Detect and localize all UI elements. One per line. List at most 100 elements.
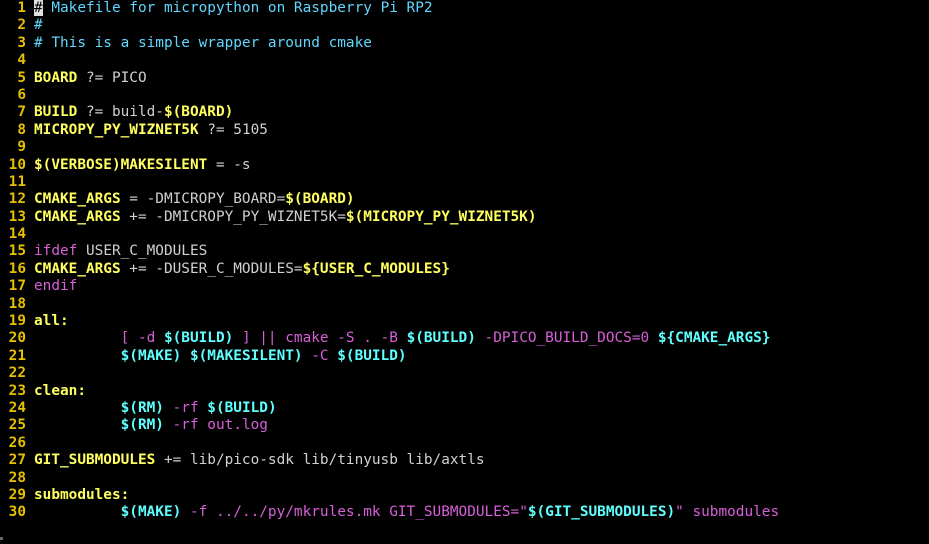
code-token: $(RM)	[120, 399, 164, 416]
line-number: 24	[8, 399, 26, 416]
line-number: 3	[17, 34, 26, 51]
line-number: 16	[8, 260, 26, 277]
line-number: 25	[8, 417, 26, 434]
code-line[interactable]: 21 $(MAKE) $(MAKESILENT) -C $(BUILD)	[0, 348, 929, 365]
code-line[interactable]: 11	[0, 174, 929, 191]
code-token: ?= build-	[77, 104, 164, 121]
code-text[interactable]: CMAKE_ARGS += -DUSER_C_MODULES=${USER_C_…	[34, 261, 450, 277]
code-line[interactable]: 18	[0, 296, 929, 313]
code-line[interactable]: 24 $(RM) -rf $(BUILD)	[0, 400, 929, 417]
code-text[interactable]: clean:	[34, 383, 86, 399]
line-number: 2	[17, 17, 26, 34]
code-text[interactable]: $(RM) -rf $(BUILD)	[34, 400, 277, 416]
line-number: 17	[8, 278, 26, 295]
code-line[interactable]: 15 ifdef USER_C_MODULES	[0, 243, 929, 260]
code-token: -rf out.log	[163, 417, 268, 434]
code-token: ${USER_C_MODULES}	[302, 260, 450, 277]
code-text[interactable]: [ -d $(BUILD) ] || cmake -S . -B $(BUILD…	[34, 330, 771, 347]
code-token: endif	[34, 278, 78, 295]
code-token: BOARD	[34, 69, 78, 86]
line-number: 29	[8, 486, 26, 503]
code-text[interactable]: CMAKE_ARGS = -DMICROPY_BOARD=$(BOARD)	[34, 191, 355, 207]
code-text[interactable]: $(MAKE) -f ../../py/mkrules.mk GIT_SUBMO…	[34, 504, 779, 520]
code-line[interactable]: 13 CMAKE_ARGS += -DMICROPY_PY_WIZNET5K=$(…	[0, 209, 929, 226]
code-line[interactable]: 7 BUILD ?= build-$(BOARD)	[0, 104, 929, 121]
code-text[interactable]: submodules:	[34, 487, 129, 503]
code-text[interactable]: BUILD ?= build-$(BOARD)	[34, 104, 233, 120]
line-number: 19	[8, 313, 26, 330]
code-text[interactable]: # Makefile for micropython on Raspberry …	[34, 0, 433, 16]
code-line[interactable]: 27 GIT_SUBMODULES += lib/pico-sdk lib/tin…	[0, 452, 929, 469]
code-token: $(MAKE)	[120, 504, 182, 521]
code-token: GIT_SUBMODULES	[34, 452, 156, 469]
code-line[interactable]: 25 $(RM) -rf out.log	[0, 417, 929, 434]
code-line[interactable]: 10 $(VERBOSE)MAKESILENT = -s	[0, 157, 929, 174]
code-line[interactable]: 26	[0, 435, 929, 452]
code-token: += -DMICROPY_PY_WIZNET5K=	[120, 208, 346, 225]
line-number: 9	[17, 139, 26, 156]
code-text[interactable]: $(VERBOSE)MAKESILENT = -s	[34, 157, 251, 173]
line-number: 20	[8, 330, 26, 347]
line-number: 6	[17, 86, 26, 103]
code-line[interactable]: 23 clean:	[0, 383, 929, 400]
code-token: all:	[34, 313, 69, 330]
line-number: 28	[8, 469, 26, 486]
code-text[interactable]: endif	[34, 278, 77, 294]
code-text[interactable]: ifdef USER_C_MODULES	[34, 243, 207, 259]
code-line[interactable]: 22	[0, 365, 929, 382]
code-line[interactable]: 30 $(MAKE) -f ../../py/mkrules.mk GIT_SU…	[0, 504, 929, 521]
code-token: # This is a simple wrapper around cmake	[34, 34, 372, 51]
code-line[interactable]: 19 all:	[0, 313, 929, 330]
code-text[interactable]: #	[34, 17, 43, 33]
code-text[interactable]: CMAKE_ARGS += -DMICROPY_PY_WIZNET5K=$(MI…	[34, 209, 537, 225]
code-line[interactable]: 17 endif	[0, 278, 929, 295]
code-line[interactable]: 1 # Makefile for micropython on Raspberry…	[0, 0, 929, 17]
code-token: ?= 5105	[198, 121, 268, 138]
line-number: 1	[17, 0, 26, 16]
code-token: += -DUSER_C_MODULES=	[120, 260, 303, 277]
code-line[interactable]: 9	[0, 139, 929, 156]
code-text[interactable]: GIT_SUBMODULES += lib/pico-sdk lib/tinyu…	[34, 452, 485, 468]
code-text[interactable]: BOARD ?= PICO	[34, 70, 147, 86]
code-token: = -s	[207, 156, 251, 173]
code-line[interactable]: 29 submodules:	[0, 487, 929, 504]
code-text[interactable]: MICROPY_PY_WIZNET5K ?= 5105	[34, 122, 268, 138]
code-token: " submodules	[675, 504, 780, 521]
code-token: -C	[302, 347, 338, 364]
code-line[interactable]: 4	[0, 52, 929, 69]
line-number: 13	[8, 208, 26, 225]
code-line[interactable]: 16 CMAKE_ARGS += -DUSER_C_MODULES=${USER_…	[0, 261, 929, 278]
code-token: CMAKE_ARGS	[34, 191, 121, 208]
editor-lines[interactable]: 1 # Makefile for micropython on Raspberry…	[0, 0, 929, 522]
code-token: CMAKE_ARGS	[34, 208, 121, 225]
code-token: $(VERBOSE)MAKESILENT	[34, 156, 208, 173]
line-number: 15	[8, 243, 26, 260]
code-line[interactable]: 14	[0, 226, 929, 243]
line-number: 26	[8, 434, 26, 451]
code-line[interactable]: 12 CMAKE_ARGS = -DMICROPY_BOARD=$(BOARD)	[0, 191, 929, 208]
code-line[interactable]: 8 MICROPY_PY_WIZNET5K ?= 5105	[0, 122, 929, 139]
code-line[interactable]: 2 #	[0, 17, 929, 34]
code-editor[interactable]: 1 # Makefile for micropython on Raspberry…	[0, 0, 929, 544]
code-text[interactable]: $(MAKE) $(MAKESILENT) -C $(BUILD)	[34, 348, 407, 364]
code-token: -f ../../py/mkrules.mk GIT_SUBMODULES="	[181, 504, 528, 521]
code-line[interactable]: 28	[0, 470, 929, 487]
code-line[interactable]: 6	[0, 87, 929, 104]
code-token: += lib/pico-sdk lib/tinyusb lib/axtls	[155, 452, 485, 469]
code-line[interactable]: 3 # This is a simple wrapper around cmake	[0, 35, 929, 52]
code-token: ?= PICO	[77, 69, 147, 86]
code-text[interactable]: $(RM) -rf out.log	[34, 417, 268, 433]
line-number: 12	[8, 191, 26, 208]
code-text[interactable]: all:	[34, 313, 69, 329]
line-number: 7	[17, 104, 26, 121]
code-text[interactable]: # This is a simple wrapper around cmake	[34, 35, 372, 51]
code-line[interactable]: 20 [ -d $(BUILD) ] || cmake -S . -B $(BU…	[0, 330, 929, 347]
code-token: $(MICROPY_PY_WIZNET5K)	[345, 208, 537, 225]
line-number: 11	[8, 173, 26, 190]
code-line[interactable]: 5 BOARD ?= PICO	[0, 70, 929, 87]
code-token: -rf	[163, 399, 208, 416]
code-token: ] || cmake -S . -B	[233, 330, 407, 347]
